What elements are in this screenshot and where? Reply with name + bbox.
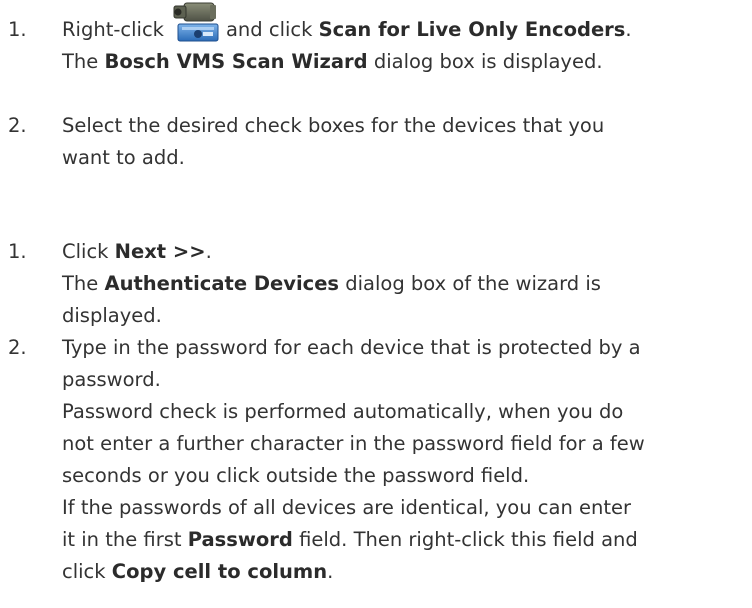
video-encoder-icon bbox=[164, 2, 226, 44]
step-text: Right-click bbox=[62, 18, 164, 41]
button-name: Next >> bbox=[114, 240, 206, 263]
dialog-name: Authenticate Devices bbox=[104, 272, 340, 295]
dialog-name: Bosch VMS Scan Wizard bbox=[104, 50, 368, 73]
step-number: 1. bbox=[8, 18, 27, 41]
step-number: 2. bbox=[8, 114, 27, 137]
instructions-page: 1. Right-click and click Scan for Live O… bbox=[0, 0, 752, 608]
step-text: and click bbox=[225, 18, 313, 41]
step-number: 2. bbox=[8, 336, 27, 359]
menu-item-name: Scan for Live Only Encoders bbox=[318, 18, 626, 41]
field-name: Password bbox=[187, 528, 293, 551]
step-number: 1. bbox=[8, 240, 27, 263]
menu-item-name: Copy cell to column bbox=[111, 560, 328, 583]
